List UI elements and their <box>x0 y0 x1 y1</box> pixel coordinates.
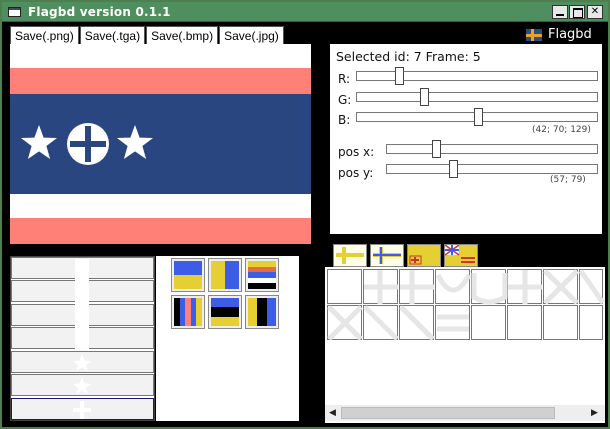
element-grid <box>325 267 605 423</box>
green-slider-thumb[interactable] <box>420 88 429 106</box>
blue-slider-thumb[interactable] <box>474 108 483 126</box>
element-cell[interactable] <box>471 305 506 340</box>
pos-y-slider[interactable] <box>386 160 598 178</box>
red-slider-thumb[interactable] <box>395 67 404 85</box>
pos-x-label: pos x: <box>338 145 375 159</box>
element-cell[interactable] <box>579 269 603 304</box>
layer-item[interactable] <box>11 280 154 302</box>
red-label: R: <box>338 72 351 86</box>
layout-tricolor-vertical-button[interactable] <box>245 295 279 329</box>
element-cell[interactable] <box>399 305 434 340</box>
brand-name: Flagbd <box>548 27 592 42</box>
element-cell[interactable] <box>543 305 578 340</box>
scroll-left-icon[interactable]: ◀ <box>329 408 336 418</box>
cross-circle-icon <box>67 123 109 165</box>
element-cell[interactable] <box>363 305 398 340</box>
layout-two-color-horizontal-button[interactable] <box>171 258 205 292</box>
element-cell[interactable] <box>363 269 398 304</box>
save-toolbar: Save(.png) Save(.tga) Save(.bmp) Save(.j… <box>10 26 285 45</box>
layer-list <box>10 256 155 421</box>
element-cell[interactable] <box>327 305 362 340</box>
save-tga-button[interactable]: Save(.tga) <box>79 26 146 45</box>
layout-preset-panel <box>156 256 299 421</box>
close-button[interactable]: ✕ <box>587 5 603 19</box>
flag-preview-canvas[interactable] <box>10 44 311 244</box>
layout-multi-stripe-vertical-button[interactable] <box>171 295 205 329</box>
element-cell[interactable] <box>327 269 362 304</box>
star-icon <box>117 125 153 159</box>
element-cell[interactable] <box>543 269 578 304</box>
layout-two-color-vertical-button[interactable] <box>208 258 242 292</box>
element-cell[interactable] <box>471 269 506 304</box>
blue-label: B: <box>338 113 351 127</box>
window-menu-icon[interactable] <box>8 7 21 17</box>
layer-item[interactable] <box>11 351 154 373</box>
layer-item[interactable] <box>11 304 154 326</box>
red-slider[interactable] <box>356 67 598 85</box>
save-bmp-button[interactable]: Save(.bmp) <box>146 26 219 45</box>
layer-item[interactable] <box>11 327 154 349</box>
window-title: Flagbd version 0.1.1 <box>28 5 171 19</box>
save-jpg-button[interactable]: Save(.jpg) <box>219 26 284 45</box>
layout-multi-stripe-horizontal-button[interactable] <box>245 258 279 292</box>
brand: Flagbd <box>526 27 592 42</box>
selection-info: Selected id: 7 Frame: 5 <box>336 49 481 64</box>
pos-readout: (57; 79) <box>550 175 586 185</box>
pos-y-label: pos y: <box>338 166 374 180</box>
blue-slider[interactable] <box>356 108 598 126</box>
save-png-button[interactable]: Save(.png) <box>10 26 79 45</box>
layer-item[interactable] <box>11 374 154 396</box>
element-cell[interactable] <box>507 269 542 304</box>
element-cell[interactable] <box>435 269 470 304</box>
layer-item-selected[interactable] <box>11 398 154 420</box>
element-cell[interactable] <box>507 305 542 340</box>
cross-icon <box>334 245 366 266</box>
layer-item[interactable] <box>11 257 154 279</box>
pos-x-slider-thumb[interactable] <box>432 140 441 158</box>
green-slider[interactable] <box>356 88 598 106</box>
maximize-button[interactable] <box>569 5 585 19</box>
element-cell[interactable] <box>435 305 470 340</box>
cross-tab[interactable] <box>333 244 367 267</box>
cross-flag-icon <box>526 28 542 41</box>
minimize-button[interactable] <box>552 5 568 19</box>
star-icon <box>21 125 57 159</box>
pos-y-slider-thumb[interactable] <box>449 160 458 178</box>
flag-emblems <box>21 123 153 165</box>
nordic-cross-icon <box>371 245 403 266</box>
nordic-cross-tab[interactable] <box>370 244 404 267</box>
scrollbar-thumb[interactable] <box>341 407 555 419</box>
union-jack-icon <box>444 244 477 266</box>
element-grid-scrollbar[interactable]: ◀ ▶ <box>325 405 605 421</box>
canton-icon <box>408 245 440 266</box>
layout-tricolor-horizontal-button[interactable] <box>208 295 242 329</box>
title-bar[interactable]: Flagbd version 0.1.1 ✕ <box>2 2 608 22</box>
scroll-right-icon[interactable]: ▶ <box>591 408 598 418</box>
element-cell[interactable] <box>399 269 434 304</box>
pos-x-slider[interactable] <box>386 140 598 158</box>
element-cell[interactable] <box>579 305 603 340</box>
property-panel: Selected id: 7 Frame: 5 R: G: B: (42; 70… <box>330 44 602 234</box>
color-readout: (42; 70; 129) <box>532 125 591 135</box>
union-tab[interactable] <box>444 244 478 267</box>
green-label: G: <box>338 93 352 107</box>
canton-tab[interactable] <box>407 244 441 267</box>
